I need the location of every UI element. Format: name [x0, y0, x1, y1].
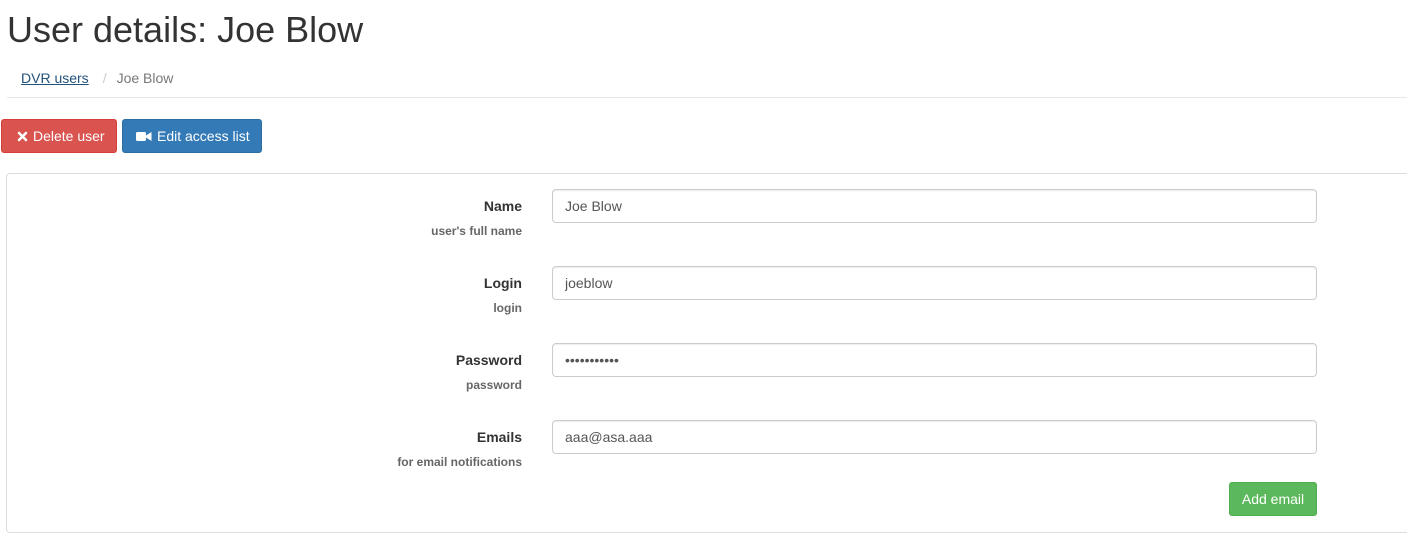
divider [7, 97, 1407, 98]
add-email-button[interactable]: Add email [1229, 482, 1317, 516]
breadcrumb-link-dvr-users[interactable]: DVR users [21, 68, 89, 88]
video-camera-icon [136, 131, 152, 142]
delete-user-label: Delete user [33, 128, 105, 144]
login-input[interactable] [552, 266, 1317, 300]
edit-access-list-label: Edit access list [157, 128, 250, 144]
times-icon [17, 131, 28, 142]
page-title: User details: Joe Blow [7, 9, 364, 50]
emails-help: for email notifications [397, 455, 522, 469]
password-input[interactable] [552, 343, 1317, 377]
email-input[interactable] [552, 420, 1317, 454]
delete-user-button[interactable]: Delete user [1, 119, 117, 153]
name-help: user's full name [431, 224, 522, 238]
password-help: password [465, 378, 522, 392]
emails-label: Emails [476, 429, 522, 445]
password-label: Password [455, 352, 522, 368]
breadcrumb: DVR users / Joe Blow [21, 68, 173, 88]
login-label: Login [483, 275, 522, 291]
breadcrumb-current: Joe Blow [116, 70, 174, 86]
login-help: login [493, 301, 522, 315]
name-label: Name [483, 198, 522, 214]
name-input[interactable] [552, 189, 1317, 223]
edit-access-list-button[interactable]: Edit access list [122, 119, 262, 153]
breadcrumb-separator: / [102, 70, 107, 86]
